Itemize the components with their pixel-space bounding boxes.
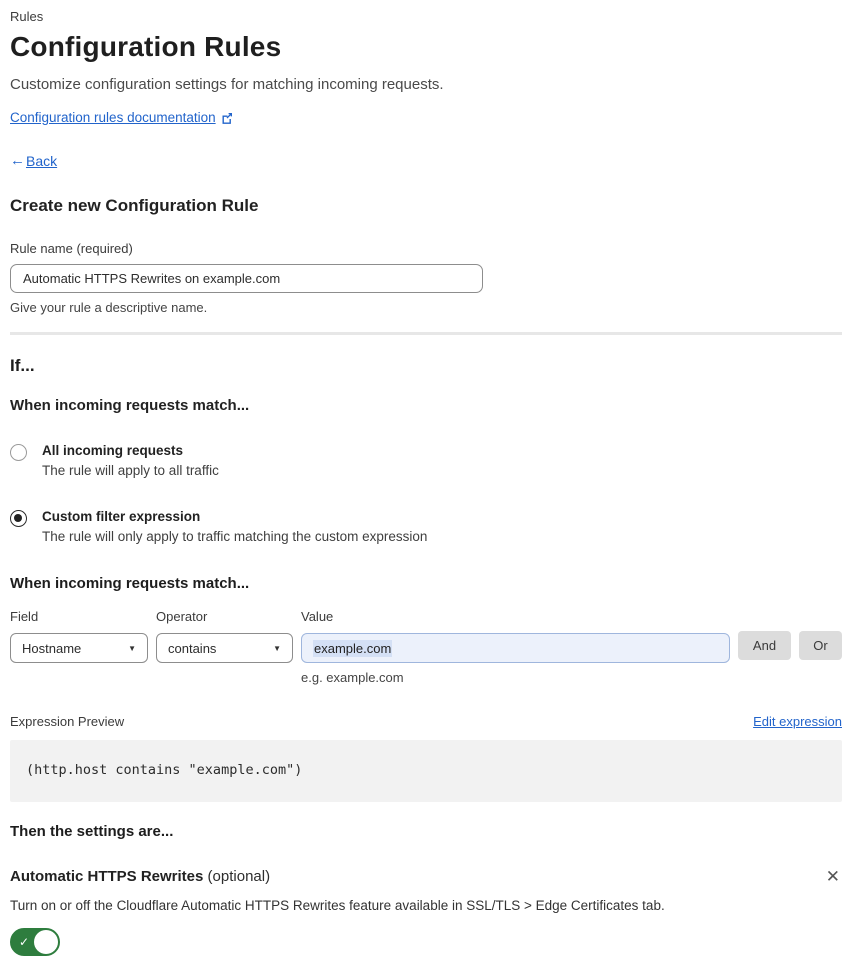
if-heading: If...: [10, 356, 35, 375]
toggle-knob: [34, 930, 58, 954]
section-divider: [10, 332, 842, 335]
operator-select[interactable]: contains ▼: [156, 633, 293, 663]
radio-label-all-requests[interactable]: All incoming requests: [42, 443, 219, 458]
radio-button-custom-filter[interactable]: [10, 510, 27, 527]
rule-name-label: Rule name (required): [10, 241, 133, 256]
radio-desc-all-requests: The rule will apply to all traffic: [42, 463, 219, 478]
value-help-text: e.g. example.com: [301, 670, 404, 685]
operator-label: Operator: [156, 609, 208, 624]
filter-builder-row: Field Hostname ▼ Operator contains ▼ Val…: [10, 609, 842, 685]
and-button[interactable]: And: [738, 631, 791, 660]
radio-desc-custom-filter: The rule will only apply to traffic matc…: [42, 529, 428, 544]
external-link-icon: [221, 112, 233, 124]
radio-option-custom-filter[interactable]: Custom filter expression The rule will o…: [10, 509, 842, 544]
rule-name-help: Give your rule a descriptive name.: [10, 300, 208, 315]
radio-button-all-requests[interactable]: [10, 444, 27, 461]
rule-name-input[interactable]: [10, 264, 483, 293]
field-select-value: Hostname: [22, 640, 82, 656]
automatic-https-rewrites-toggle[interactable]: ✓: [10, 928, 60, 956]
back-arrow-icon: ←: [10, 152, 25, 169]
value-label: Value: [301, 609, 334, 624]
filter-match-heading: When incoming requests match...: [10, 575, 250, 592]
setting-title: Automatic HTTPS Rewrites (optional): [10, 868, 270, 885]
match-heading: When incoming requests match...: [10, 397, 250, 414]
or-button[interactable]: Or: [799, 631, 842, 660]
setting-name: Automatic HTTPS Rewrites: [10, 868, 204, 885]
setting-optional-label: (optional): [203, 868, 271, 885]
field-select[interactable]: Hostname ▼: [10, 633, 148, 663]
radio-label-custom-filter[interactable]: Custom filter expression: [42, 509, 427, 524]
page-subtitle: Customize configuration settings for mat…: [10, 76, 444, 93]
breadcrumb: Rules: [10, 9, 44, 24]
chevron-down-icon: ▼: [273, 643, 281, 653]
value-input[interactable]: example.com: [301, 633, 730, 663]
operator-select-value: contains: [168, 640, 217, 656]
expression-preview-label: Expression Preview: [10, 714, 125, 729]
back-link[interactable]: Back: [26, 153, 57, 169]
close-icon[interactable]: ✕: [824, 866, 842, 887]
value-input-text: example.com: [313, 639, 393, 657]
radio-option-all-requests[interactable]: All incoming requests The rule will appl…: [10, 443, 842, 478]
then-settings-heading: Then the settings are...: [10, 823, 174, 840]
documentation-link[interactable]: Configuration rules documentation: [10, 110, 216, 125]
chevron-down-icon: ▼: [128, 643, 136, 653]
field-label: Field: [10, 609, 39, 624]
checkmark-icon: ✓: [19, 935, 30, 949]
page-title: Configuration Rules: [10, 31, 282, 62]
create-rule-heading: Create new Configuration Rule: [10, 196, 259, 215]
edit-expression-link[interactable]: Edit expression: [753, 714, 842, 729]
expression-preview-code: (http.host contains "example.com"): [10, 740, 842, 802]
